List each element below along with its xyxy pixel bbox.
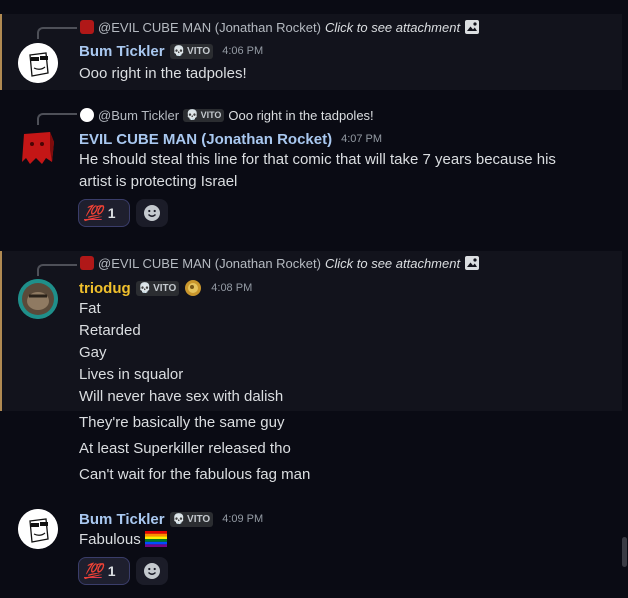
reply-author[interactable]: @EVIL CUBE MAN (Jonathan Rocket)	[98, 256, 321, 271]
avatar[interactable]	[18, 128, 58, 168]
avatar-mini	[80, 108, 94, 122]
message-item[interactable]: @Bum Tickler 💀 VITO Ooo right in the tadp…	[0, 100, 622, 235]
reply-preview[interactable]: @Bum Tickler 💀 VITO Ooo right in the tadp…	[80, 106, 374, 124]
message-header: EVIL CUBE MAN (Jonathan Rocket) 4:07 PM	[79, 129, 382, 149]
skull-icon: 💀	[172, 45, 186, 57]
clan-tag: 💀 VITO	[183, 108, 225, 122]
username[interactable]: triodug	[79, 280, 131, 297]
booster-badge-icon[interactable]	[184, 279, 202, 297]
message-header: triodug 💀 VITO 4:08 PM	[79, 278, 252, 298]
clan-tag[interactable]: 💀 VITO	[169, 511, 214, 527]
username[interactable]: Bum Tickler	[79, 511, 165, 528]
message-item[interactable]: @EVIL CUBE MAN (Jonathan Rocket) Click t…	[0, 14, 622, 90]
cube-avatar-mini	[80, 256, 94, 270]
message-header: Bum Tickler 💀 VITO 4:09 PM	[79, 509, 263, 529]
reply-text[interactable]: Click to see attachment	[325, 20, 460, 35]
smiley-icon	[144, 563, 160, 579]
avatar[interactable]	[18, 279, 58, 319]
message-header: Bum Tickler 💀 VITO 4:06 PM	[79, 41, 263, 61]
reply-author[interactable]: @EVIL CUBE MAN (Jonathan Rocket)	[98, 20, 321, 35]
message-text: Fabulous	[79, 531, 167, 548]
clan-tag[interactable]: 💀 VITO	[135, 280, 180, 296]
message-item[interactable]: Bum Tickler 💀 VITO 4:09 PM Fabulous 💯 1	[0, 500, 622, 598]
reply-connector	[37, 264, 77, 276]
timestamp: 4:08 PM	[211, 282, 253, 294]
reply-author[interactable]: @Bum Tickler	[98, 108, 179, 123]
reply-text[interactable]: Click to see attachment	[325, 256, 460, 271]
message-text: Can't wait for the fabulous fag man	[79, 466, 311, 483]
avatar[interactable]	[18, 509, 58, 549]
add-reaction-button[interactable]	[136, 557, 168, 585]
reaction-count: 1	[107, 563, 116, 579]
message-text: artist is protecting Israel	[79, 173, 238, 190]
reply-connector	[37, 27, 77, 39]
image-icon	[465, 20, 480, 34]
hundred-points-emoji: 💯	[84, 205, 103, 222]
reply-connector	[37, 113, 77, 125]
cube-avatar-mini	[80, 20, 94, 34]
reaction-count: 1	[107, 205, 116, 221]
username[interactable]: EVIL CUBE MAN (Jonathan Rocket)	[79, 131, 332, 148]
username[interactable]: Bum Tickler	[79, 43, 165, 60]
clan-tag[interactable]: 💀 VITO	[169, 43, 214, 59]
timestamp: 4:07 PM	[341, 133, 383, 145]
reaction-button[interactable]: 💯 1	[78, 557, 130, 585]
add-reaction-button[interactable]	[136, 199, 168, 227]
message-text: Fat	[79, 300, 101, 317]
message-text: He should steal this line for that comic…	[79, 151, 556, 168]
message-text: Ooo right in the tadpoles!	[79, 65, 247, 82]
message-item[interactable]: @EVIL CUBE MAN (Jonathan Rocket) Click t…	[0, 251, 622, 411]
message-text-content: Fabulous	[79, 531, 141, 548]
message-text: They're basically the same guy	[79, 414, 285, 431]
smiley-icon	[144, 205, 160, 221]
message-text: Retarded	[79, 322, 141, 339]
image-icon	[465, 256, 480, 270]
reply-text[interactable]: Ooo right in the tadpoles!	[228, 108, 373, 123]
message-text: Will never have sex with dalish	[79, 388, 284, 405]
avatar[interactable]	[18, 43, 58, 83]
skull-icon: 💀	[172, 513, 186, 525]
timestamp: 4:09 PM	[222, 513, 264, 525]
message-text: Lives in squalor	[79, 366, 184, 383]
timestamp: 4:06 PM	[222, 45, 264, 57]
reply-preview[interactable]: @EVIL CUBE MAN (Jonathan Rocket) Click t…	[80, 254, 480, 272]
reaction-button[interactable]: 💯 1	[78, 199, 130, 227]
message-text: At least Superkiller released tho	[79, 440, 291, 457]
reply-preview[interactable]: @EVIL CUBE MAN (Jonathan Rocket) Click t…	[80, 18, 480, 36]
message-text: Gay	[79, 344, 107, 361]
rainbow-flag-icon	[144, 531, 167, 547]
skull-icon: 💀	[186, 109, 199, 121]
hundred-points-emoji: 💯	[84, 563, 103, 580]
scrollbar-thumb[interactable]	[622, 537, 627, 567]
skull-icon: 💀	[138, 282, 152, 294]
